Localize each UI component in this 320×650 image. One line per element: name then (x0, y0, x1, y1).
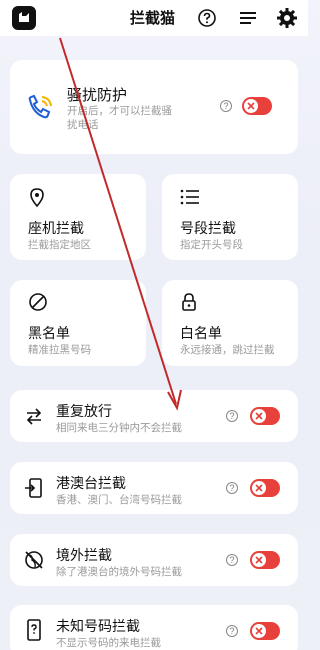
grid-item-subtitle: 指定开头号段 (180, 239, 243, 251)
page-title: 拦截猫 (130, 9, 176, 27)
row-help-icon[interactable]: ? (226, 410, 238, 422)
row-title: 港澳台拦截 (56, 476, 126, 492)
top-bar: 拦截猫 (0, 0, 308, 36)
gear-icon[interactable] (276, 7, 298, 29)
harassment-guard-card[interactable]: 骚扰防护 开启后，才可以拦截骚 扰电话 ? (10, 60, 298, 154)
guard-subtitle-line2: 扰电话 (67, 119, 99, 131)
overseas-toggle[interactable] (250, 551, 280, 569)
grid-item-subtitle: 拦截指定地区 (28, 239, 91, 251)
row-subtitle: 相同来电三分钟内不会拦截 (56, 422, 182, 434)
landline-block-card[interactable]: 座机拦截 拦截指定地区 (10, 174, 146, 260)
row-help-icon[interactable]: ? (226, 554, 238, 566)
location-pin-icon (30, 188, 44, 208)
grid-item-title: 号段拦截 (180, 221, 236, 237)
row-title: 重复放行 (56, 404, 112, 420)
menu-lines-icon[interactable] (237, 7, 259, 29)
globe-off-icon (25, 551, 43, 569)
list-icon (180, 189, 199, 205)
guard-title: 骚扰防护 (67, 86, 128, 104)
grid-item-subtitle: 精准拉黑号码 (28, 344, 91, 356)
repeat-arrows-icon (26, 408, 42, 425)
phone-exit-icon (25, 478, 42, 498)
row-help-icon[interactable]: ? (226, 625, 238, 637)
grid-item-title: 黑名单 (28, 326, 70, 342)
app-logo-icon[interactable] (12, 6, 36, 30)
blacklist-card[interactable]: 黑名单 精准拉黑号码 (10, 280, 146, 366)
phone-question-icon (27, 619, 41, 641)
row-subtitle: 不显示号码的来电拦截 (56, 637, 161, 649)
hk-mo-tw-toggle[interactable] (250, 479, 280, 497)
row-subtitle: 除了港澳台的境外号码拦截 (56, 566, 182, 578)
guard-toggle[interactable] (242, 97, 272, 115)
repeat-allow-row[interactable]: 重复放行 相同来电三分钟内不会拦截 ? (10, 390, 298, 442)
repeat-allow-toggle[interactable] (250, 407, 280, 425)
hk-mo-tw-block-row[interactable]: 港澳台拦截 香港、澳门、台湾号码拦截 ? (10, 462, 298, 514)
guard-subtitle-line1: 开启后，才可以拦截骚 (67, 105, 172, 117)
phone-waves-icon (28, 94, 52, 119)
prefix-block-card[interactable]: 号段拦截 指定开头号段 (162, 174, 298, 260)
grid-item-title: 座机拦截 (28, 221, 84, 237)
grid-item-subtitle: 永远接通，跳过拦截 (180, 344, 275, 356)
unknown-number-toggle[interactable] (250, 622, 280, 640)
help-icon[interactable] (196, 7, 218, 29)
row-title: 境外拦截 (56, 548, 112, 564)
row-help-icon[interactable]: ? (226, 482, 238, 494)
overseas-block-row[interactable]: 境外拦截 除了港澳台的境外号码拦截 ? (10, 534, 298, 586)
lock-icon (182, 293, 196, 311)
ban-icon (29, 293, 47, 311)
row-title: 未知号码拦截 (56, 619, 140, 635)
row-subtitle: 香港、澳门、台湾号码拦截 (56, 494, 182, 506)
grid-item-title: 白名单 (180, 326, 222, 342)
unknown-number-block-row[interactable]: 未知号码拦截 不显示号码的来电拦截 ? (10, 605, 298, 650)
whitelist-card[interactable]: 白名单 永远接通，跳过拦截 (162, 280, 298, 366)
guard-help-icon[interactable]: ? (220, 100, 232, 112)
